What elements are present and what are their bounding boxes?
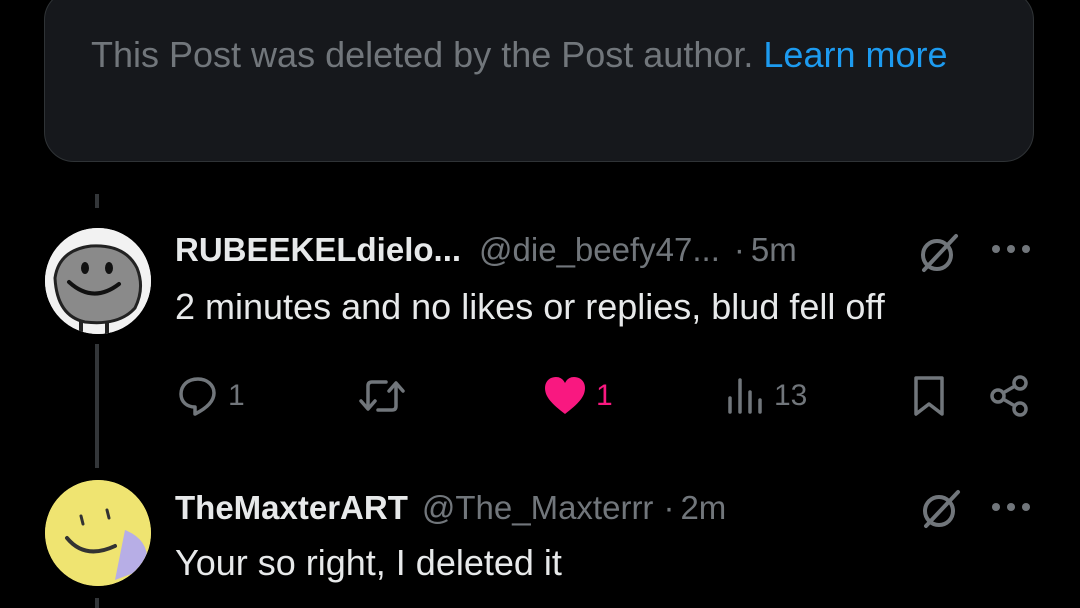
display-name[interactable]: RUBEEKELdielo...	[175, 231, 461, 269]
deleted-post-notice: This Post was deleted by the Post author…	[44, 0, 1034, 162]
handle[interactable]: @die_beefy47...	[479, 231, 720, 269]
views-button[interactable]: 13	[726, 374, 807, 418]
handle[interactable]: @The_Maxterrr	[422, 489, 654, 527]
views-count: 13	[774, 379, 808, 412]
learn-more-link[interactable]: Learn more	[763, 34, 947, 75]
deleted-notice-text: This Post was deleted by the Post author…	[91, 29, 971, 81]
grok-icon[interactable]	[916, 230, 962, 276]
reply-icon	[179, 377, 216, 416]
timestamp[interactable]: 2m	[680, 489, 726, 527]
heart-icon	[545, 377, 585, 414]
more-icon[interactable]	[990, 242, 1032, 256]
repost-button[interactable]	[358, 374, 414, 418]
reply-post-1[interactable]: RUBEEKELdielo... @die_beefy47... · 5m 2 …	[0, 228, 1080, 428]
post-header: RUBEEKELdielo... @die_beefy47... · 5m	[175, 228, 1040, 272]
like-count: 1	[596, 379, 613, 412]
post-text: 2 minutes and no likes or replies, blud …	[175, 286, 885, 327]
avatar[interactable]	[45, 480, 151, 586]
grok-icon[interactable]	[918, 486, 964, 532]
like-button[interactable]: 1	[542, 374, 613, 418]
share-icon[interactable]	[988, 374, 1032, 418]
deleted-notice-message: This Post was deleted by the Post author…	[91, 34, 754, 75]
repost-icon	[359, 380, 405, 412]
post-text: Your so right, I deleted it	[175, 542, 562, 583]
timestamp[interactable]: 5m	[751, 231, 797, 269]
display-name[interactable]: TheMaxterART	[175, 489, 408, 527]
more-icon[interactable]	[990, 500, 1032, 514]
avatar-image	[45, 480, 151, 586]
reply-post-2[interactable]: TheMaxterART @The_Maxterrr · 2m Your so …	[0, 480, 1080, 608]
separator: ·	[663, 489, 675, 526]
avatar-image	[45, 228, 151, 334]
reply-button[interactable]: 1	[176, 374, 245, 418]
bookmark-icon[interactable]	[910, 374, 948, 418]
thread-line-top	[95, 194, 99, 208]
separator: ·	[733, 231, 745, 268]
reply-count: 1	[228, 379, 245, 412]
views-icon	[728, 378, 762, 414]
avatar[interactable]	[45, 228, 151, 334]
post-header: TheMaxterART @The_Maxterrr · 2m	[175, 486, 1040, 530]
